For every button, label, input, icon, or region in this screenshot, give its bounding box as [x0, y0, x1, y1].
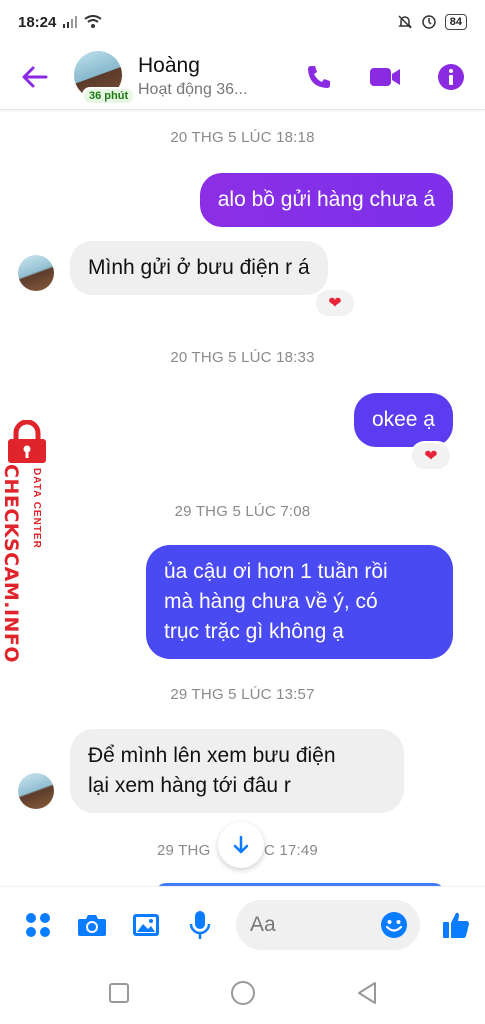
like-button[interactable] — [438, 907, 474, 943]
conversation-header: 36 phút Hoàng Hoạt động 36... — [0, 44, 485, 110]
emoji-icon[interactable] — [380, 911, 408, 939]
heart-reaction-icon[interactable]: ❤ — [314, 288, 356, 318]
signal-icon — [63, 16, 78, 28]
received-message[interactable]: Để mình lên xem bưu điện lại xem hàng tớ… — [70, 729, 404, 813]
lock-logo-icon — [8, 420, 46, 463]
battery-indicator: 84 — [444, 14, 467, 30]
message-line: lại xem hàng tới đâu r — [88, 774, 291, 797]
message-timestamp: 29 THG 5 LÚC 7:08 — [174, 503, 311, 520]
grid-dots-icon — [26, 912, 50, 937]
watermark-subtitle: DATA CENTER — [31, 468, 42, 549]
watermark-brand: CHECKSCAM.INFO — [0, 464, 22, 664]
sent-message[interactable]: ủa cậu ơi hơn 1 tuần rồi mà hàng chưa về… — [146, 545, 453, 659]
active-time-badge: 36 phút — [82, 86, 136, 105]
recent-apps-icon[interactable] — [108, 982, 130, 1004]
back-arrow-icon — [22, 66, 48, 87]
message-timestamp: 20 THG 5 LÚC 18:33 — [170, 349, 315, 366]
message-timestamp: 29 THG 5 LÚC 13:57 — [170, 686, 315, 703]
timestamp-right: C 17:49 — [264, 842, 318, 859]
camera-icon — [78, 914, 106, 936]
sender-avatar[interactable] — [18, 255, 54, 291]
message-line: trục trặc gì không ạ — [164, 620, 344, 643]
info-icon[interactable] — [437, 63, 465, 91]
more-actions-button[interactable] — [20, 907, 56, 943]
sent-message[interactable]: okee ạ — [353, 393, 453, 447]
gallery-button[interactable] — [128, 907, 164, 943]
contact-info[interactable]: Hoàng Hoạt động 36... — [138, 53, 278, 101]
alarm-icon — [422, 15, 436, 29]
back-triangle-icon[interactable] — [356, 981, 378, 1005]
contact-status: Hoạt động 36... — [138, 80, 248, 98]
contact-avatar[interactable]: 36 phút — [70, 49, 136, 105]
thumbs-up-icon — [443, 912, 470, 938]
message-input-placeholder: Aa — [250, 912, 276, 936]
voice-button[interactable] — [182, 907, 218, 943]
back-button[interactable] — [0, 44, 70, 110]
image-gallery-icon — [133, 913, 159, 936]
sender-avatar[interactable] — [18, 773, 54, 809]
message-line: ủa cậu ơi hơn 1 tuần rồi — [164, 560, 388, 583]
message-composer: Aa — [0, 886, 485, 962]
message-line: Để mình lên xem bưu điện — [88, 744, 336, 767]
status-bar: 18:24 84 — [0, 0, 485, 44]
wifi-icon — [84, 15, 102, 28]
heart-reaction-icon[interactable]: ❤ — [410, 441, 452, 471]
mute-bell-icon — [397, 15, 412, 29]
checkscam-watermark: CHECKSCAM.INFO DATA CENTER — [0, 420, 52, 663]
message-input[interactable]: Aa — [236, 899, 420, 950]
microphone-icon — [189, 910, 211, 939]
timestamp-left: 29 THG — [157, 842, 211, 859]
header-actions — [305, 44, 465, 110]
status-time: 18:24 — [18, 13, 57, 31]
status-right: 84 — [397, 14, 467, 30]
message-timestamp: 20 THG 5 LÚC 18:18 — [170, 129, 315, 146]
arrow-down-icon — [233, 835, 249, 854]
received-message[interactable]: Mình gửi ở bưu điện r á — [70, 241, 328, 295]
home-icon[interactable] — [230, 980, 256, 1006]
sent-message[interactable]: alo bồ gửi hàng chưa á — [199, 173, 453, 227]
status-left: 18:24 — [18, 14, 102, 31]
message-list[interactable]: 20 THG 5 LÚC 18:18 alo bồ gửi hàng chưa … — [0, 111, 485, 886]
scroll-to-bottom-button[interactable] — [218, 822, 264, 868]
video-call-icon[interactable] — [369, 65, 401, 89]
contact-name: Hoàng — [138, 53, 200, 77]
phone-call-icon[interactable] — [305, 63, 333, 91]
message-line: mà hàng chưa về ý, có — [164, 590, 378, 613]
system-navigation-bar — [0, 962, 485, 1024]
camera-button[interactable] — [74, 907, 110, 943]
